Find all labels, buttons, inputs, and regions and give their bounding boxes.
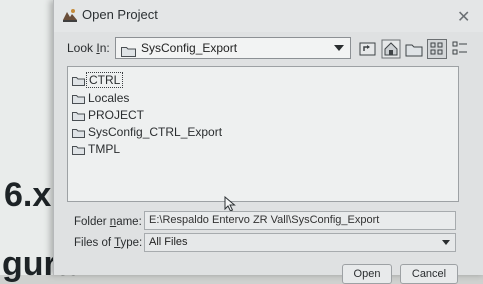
folder-name: CTRL	[86, 72, 124, 88]
files-of-type-label: Files of Type:	[74, 237, 143, 249]
background-text: 6.x	[4, 176, 52, 214]
folder-icon	[72, 110, 85, 121]
chevron-down-icon	[442, 240, 450, 245]
look-in-label: Look In:	[67, 41, 110, 55]
look-in-value: SysConfig_Export	[141, 41, 238, 55]
title-bar[interactable]: Open Project ✕	[54, 0, 483, 32]
folder-name: SysConfig_CTRL_Export	[88, 125, 223, 139]
details-view-icon	[452, 41, 467, 55]
up-one-level-button[interactable]	[358, 39, 378, 59]
file-list[interactable]: CTRL Locales PROJECT SysConfig_CTRL_Expo…	[67, 66, 459, 202]
close-icon[interactable]: ✕	[457, 9, 470, 25]
folder-icon	[72, 127, 85, 138]
dialog-title: Open Project	[82, 7, 158, 22]
up-one-level-icon	[359, 42, 376, 56]
new-folder-button[interactable]	[404, 39, 424, 59]
list-view-icon	[427, 39, 447, 59]
folder-name-input[interactable]: E:\Respaldo Entervo ZR Vall\SysConfig_Ex…	[144, 211, 456, 230]
chevron-down-icon	[334, 45, 344, 51]
folder-icon	[72, 93, 85, 104]
open-project-dialog: Open Project ✕ Look In: SysConfig_Export…	[53, 0, 483, 284]
background-window	[0, 0, 58, 275]
new-folder-icon	[405, 44, 423, 57]
list-view-button[interactable]	[427, 39, 447, 59]
app-icon	[62, 7, 78, 22]
folder-icon	[72, 144, 85, 155]
home-button[interactable]	[381, 39, 401, 59]
folder-name: PROJECT	[88, 108, 145, 122]
folder-name-label: Folder name:	[74, 216, 142, 228]
home-icon	[381, 39, 401, 59]
files-of-type-value: All Files	[149, 236, 188, 248]
folder-name: TMPL	[88, 142, 121, 156]
look-in-dropdown[interactable]: SysConfig_Export	[115, 37, 351, 59]
folder-name: Locales	[88, 91, 130, 105]
folder-icon	[121, 42, 136, 57]
files-of-type-dropdown[interactable]: All Files	[144, 233, 456, 252]
cancel-button[interactable]: Cancel	[400, 264, 458, 284]
open-button[interactable]: Open	[342, 264, 392, 284]
folder-icon	[72, 75, 85, 86]
details-view-button[interactable]	[450, 39, 470, 59]
